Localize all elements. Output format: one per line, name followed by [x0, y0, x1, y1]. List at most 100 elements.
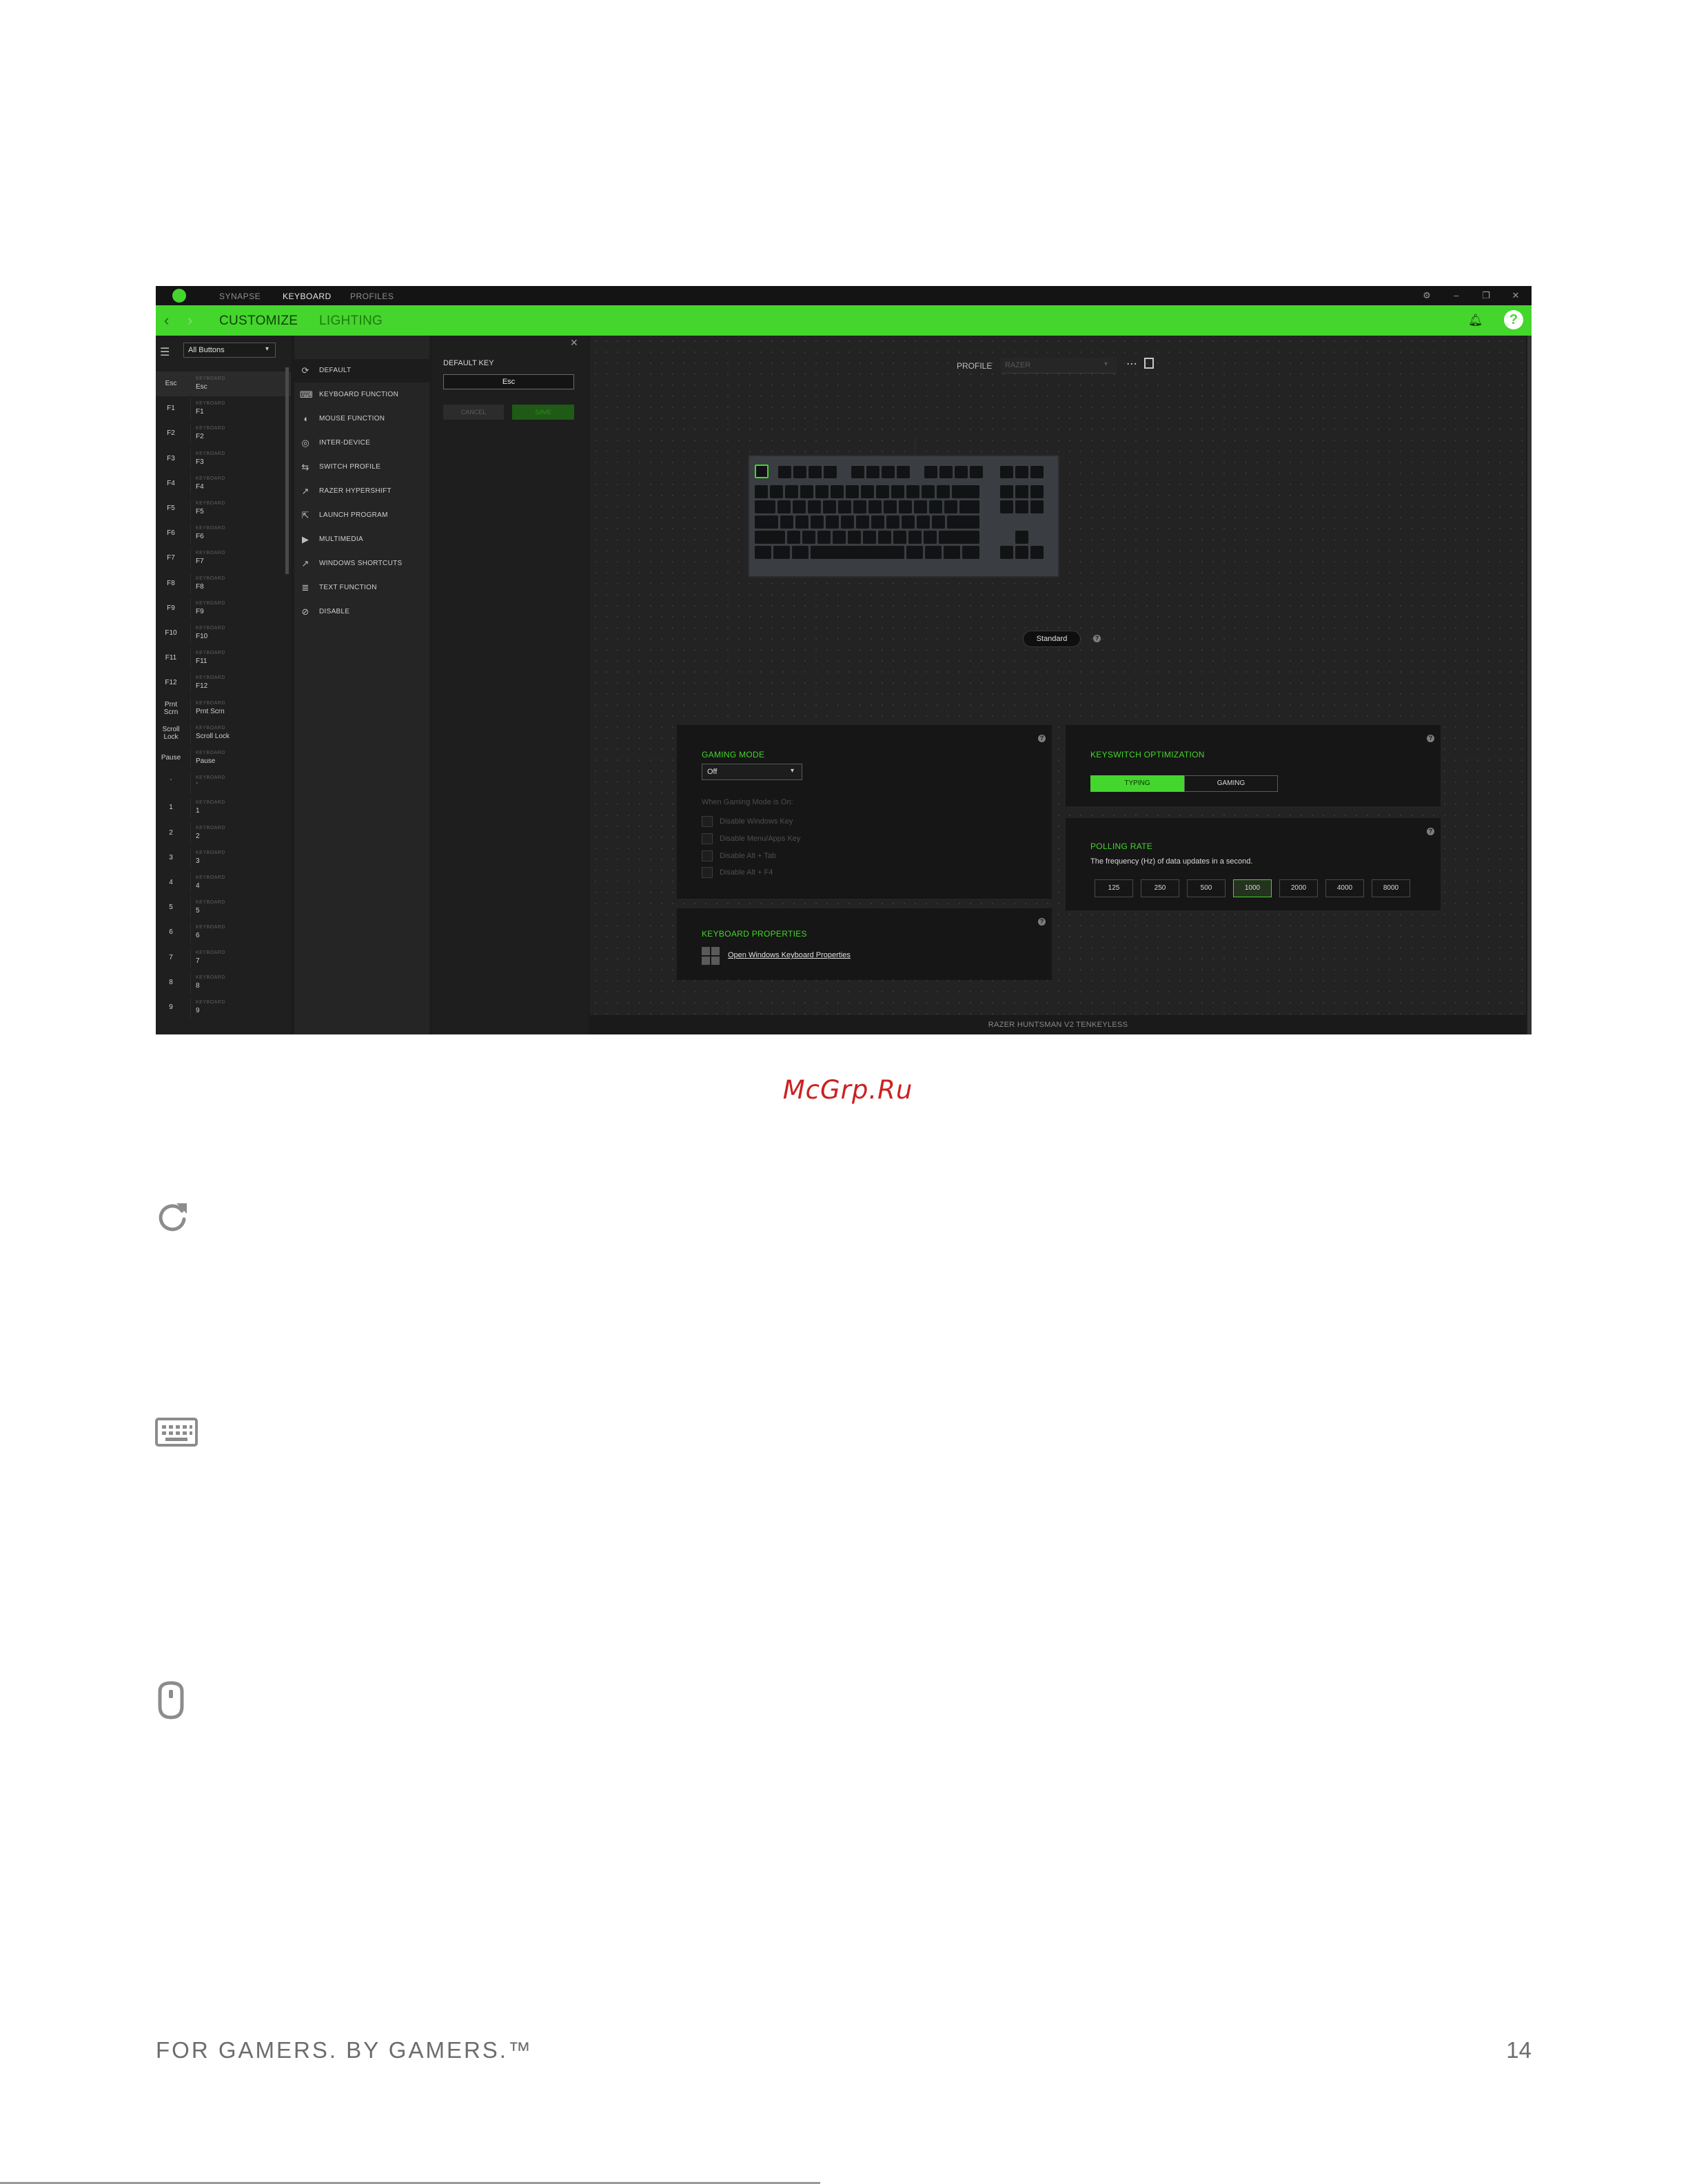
key-list-row[interactable]: 7 KEYBOARD 7: [156, 946, 291, 970]
disable-menu-key-checkbox[interactable]: [702, 833, 713, 844]
rate-250-button[interactable]: 250: [1141, 879, 1179, 897]
info-icon[interactable]: ?: [1038, 735, 1046, 742]
close-window-icon[interactable]: ✕: [1509, 290, 1522, 301]
function-item[interactable]: ◖ MOUSE FUNCTION: [294, 407, 429, 431]
key-list-row[interactable]: F1 KEYBOARD F1: [156, 396, 291, 421]
key-list-row[interactable]: 2 KEYBOARD 2: [156, 821, 291, 846]
key-list-row[interactable]: ` KEYBOARD `: [156, 770, 291, 795]
default-key-field[interactable]: Esc: [443, 374, 574, 389]
gaming-mode-dropdown[interactable]: Off ▾: [702, 764, 802, 780]
close-panel-icon[interactable]: ✕: [570, 337, 578, 349]
disable-windows-key-checkbox[interactable]: [702, 816, 713, 827]
function-item[interactable]: ◎ INTER-DEVICE: [294, 431, 429, 455]
info-icon[interactable]: ?: [1427, 828, 1434, 835]
minimize-icon[interactable]: –: [1450, 290, 1463, 300]
nav-profiles[interactable]: PROFILES: [350, 292, 394, 301]
keyboard-key: [1015, 485, 1028, 498]
polling-rate-title: POLLING RATE: [1090, 841, 1153, 851]
profile-dropdown[interactable]: RAZER ▾: [1001, 358, 1117, 374]
key-list-row[interactable]: F9 KEYBOARD F9: [156, 596, 291, 621]
tab-lighting[interactable]: LIGHTING: [319, 314, 383, 329]
key-category: KEYBOARD: [196, 401, 225, 407]
more-options-icon[interactable]: ⋯: [1126, 357, 1137, 371]
hypershift-icon: ↗: [301, 486, 309, 496]
disable-alt-f4-checkbox[interactable]: [702, 867, 713, 878]
key-list-row[interactable]: F12 KEYBOARD F12: [156, 671, 291, 695]
function-item[interactable]: ⇱ LAUNCH PROGRAM: [294, 504, 429, 527]
info-icon[interactable]: ?: [1093, 635, 1101, 642]
nav-keyboard[interactable]: KEYBOARD: [283, 292, 332, 301]
selected-key-esc[interactable]: [755, 465, 769, 478]
rate-4000-button[interactable]: 4000: [1325, 879, 1364, 897]
key-assignment: F5: [196, 508, 204, 516]
keyboard-key: [755, 516, 778, 529]
key-assignment: Pause: [196, 757, 216, 765]
function-item[interactable]: ▶ MULTIMEDIA: [294, 528, 429, 551]
rate-500-button[interactable]: 500: [1187, 879, 1226, 897]
settings-icon[interactable]: ⚙: [1421, 290, 1433, 301]
function-item[interactable]: ⇆ SWITCH PROFILE: [294, 456, 429, 479]
function-item[interactable]: ⊘ DISABLE: [294, 600, 429, 624]
tab-customize[interactable]: CUSTOMIZE: [219, 314, 298, 329]
gaming-toggle[interactable]: GAMING: [1184, 775, 1278, 792]
rate-125-button[interactable]: 125: [1095, 879, 1133, 897]
key-name: 1: [169, 804, 173, 812]
keyboard-key: [947, 516, 979, 529]
help-icon[interactable]: ?: [1504, 310, 1523, 329]
key-list-row[interactable]: F2 KEYBOARD F2: [156, 421, 291, 446]
key-list-row[interactable]: F6 KEYBOARD F6: [156, 521, 291, 546]
key-list-row[interactable]: 9 KEYBOARD 9: [156, 995, 291, 1020]
disable-alt-tab-checkbox[interactable]: [702, 850, 713, 861]
key-list-row[interactable]: Pause KEYBOARD Pause: [156, 746, 291, 770]
cancel-button[interactable]: CANCEL: [443, 405, 504, 420]
function-item[interactable]: ↗ WINDOWS SHORTCUTS: [294, 552, 429, 575]
open-keyboard-properties-link[interactable]: Open Windows Keyboard Properties: [728, 951, 851, 959]
key-list-row[interactable]: Scroll Lock KEYBOARD Scroll Lock: [156, 721, 291, 746]
function-item[interactable]: ⟳ DEFAULT: [294, 359, 429, 382]
menu-icon[interactable]: ☰: [160, 345, 170, 359]
key-list-row[interactable]: 6 KEYBOARD 6: [156, 920, 291, 945]
keyboard-key: [876, 485, 889, 498]
mode-pill[interactable]: Standard: [1023, 631, 1081, 647]
function-item[interactable]: ↗ RAZER HYPERSHIFT: [294, 480, 429, 503]
key-list-row[interactable]: 3 KEYBOARD 3: [156, 846, 291, 870]
key-list-row[interactable]: F4 KEYBOARD F4: [156, 471, 291, 496]
key-list-row[interactable]: F5 KEYBOARD F5: [156, 496, 291, 521]
key-list-row[interactable]: F10 KEYBOARD F10: [156, 621, 291, 646]
key-list-row[interactable]: 8 KEYBOARD 8: [156, 970, 291, 995]
info-icon[interactable]: ?: [1427, 735, 1434, 742]
typing-toggle[interactable]: TYPING: [1090, 775, 1184, 792]
keyboard-key: [944, 546, 960, 559]
rate-8000-button[interactable]: 8000: [1372, 879, 1410, 897]
main-scrollbar[interactable]: [1527, 336, 1532, 1034]
key-list-row[interactable]: Prnt Scrn KEYBOARD Prnt Scrn: [156, 696, 291, 721]
nav-synapse[interactable]: SYNAPSE: [219, 292, 261, 301]
key-list-row[interactable]: Esc KEYBOARD Esc: [156, 371, 291, 396]
key-list-row[interactable]: F7 KEYBOARD F7: [156, 546, 291, 571]
keyboard-image[interactable]: [748, 455, 1059, 578]
profile-save-icon[interactable]: [1144, 358, 1154, 369]
info-icon[interactable]: ?: [1038, 918, 1046, 926]
row-divider: [190, 423, 191, 445]
keyboard-key: [851, 466, 864, 478]
key-list-row[interactable]: F3 KEYBOARD F3: [156, 447, 291, 471]
key-filter-dropdown[interactable]: All Buttons ▾: [183, 343, 276, 358]
function-item[interactable]: ⌨ KEYBOARD FUNCTION: [294, 383, 429, 407]
key-list-row[interactable]: 4 KEYBOARD 4: [156, 870, 291, 895]
keyboard-key: [831, 485, 844, 498]
function-item[interactable]: ≣ TEXT FUNCTION: [294, 576, 429, 600]
rate-2000-button[interactable]: 2000: [1279, 879, 1318, 897]
key-list-row[interactable]: F8 KEYBOARD F8: [156, 571, 291, 596]
key-list-scrollbar[interactable]: [285, 367, 289, 574]
key-list-row[interactable]: 1 KEYBOARD 1: [156, 795, 291, 820]
forward-arrow-icon[interactable]: ›: [187, 312, 192, 329]
maximize-icon[interactable]: ❐: [1480, 290, 1492, 301]
key-list-row[interactable]: 5 KEYBOARD 5: [156, 895, 291, 920]
notification-bell-icon[interactable]: 🔔︎: [1468, 314, 1483, 327]
keyboard-key: [893, 531, 906, 544]
key-name: 4: [169, 879, 173, 886]
save-button[interactable]: SAVE: [512, 405, 574, 420]
rate-1000-button[interactable]: 1000: [1233, 879, 1272, 897]
key-list-row[interactable]: F11 KEYBOARD F11: [156, 646, 291, 671]
back-arrow-icon[interactable]: ‹: [164, 312, 169, 329]
